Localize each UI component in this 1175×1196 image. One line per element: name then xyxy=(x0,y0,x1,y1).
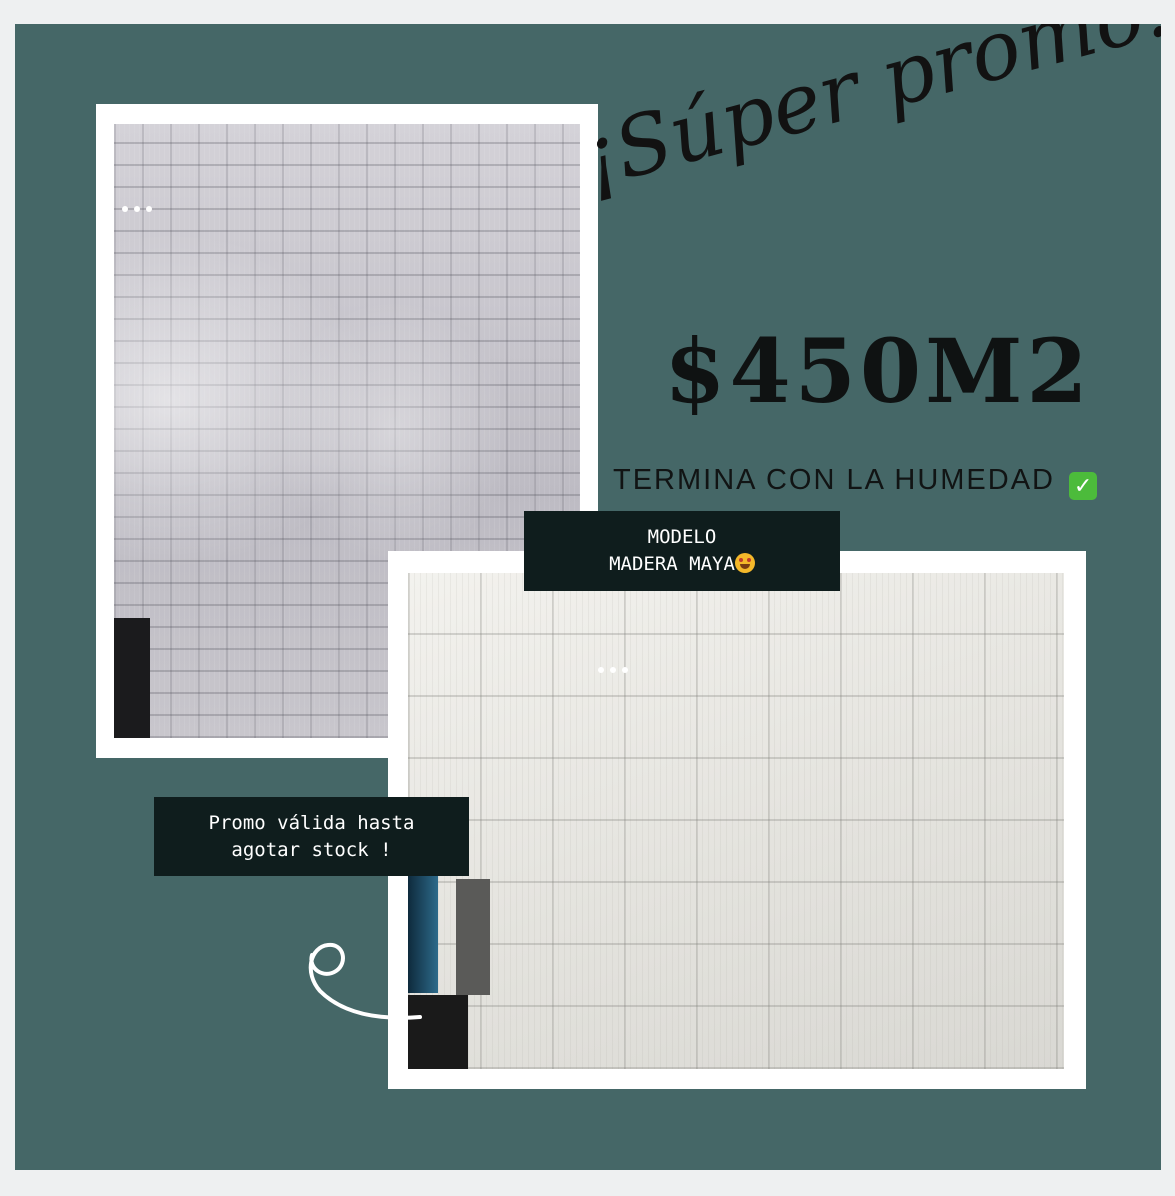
model-label: MODELO MADERA MAYA xyxy=(524,511,840,591)
decorative-dots xyxy=(598,667,628,673)
decorative-dots xyxy=(122,206,152,212)
price-text: $450M2 xyxy=(664,319,1092,423)
decorative-swirl xyxy=(308,942,422,1020)
check-mark-icon: ✓ xyxy=(1069,472,1098,500)
model-name: MADERA MAYA xyxy=(609,553,735,575)
validity-label: Promo válida hasta agotar stock ! xyxy=(154,797,469,876)
furniture-shadow xyxy=(114,618,150,738)
tagline-text: TERMINA CON LA HUMEDAD xyxy=(613,464,1055,496)
star-struck-icon xyxy=(734,553,755,573)
model-label-line2: MADERA MAYA xyxy=(524,551,840,578)
validity-line2: agotar stock ! xyxy=(231,838,392,861)
validity-line1: Promo válida hasta xyxy=(208,811,415,834)
promo-headline: ¡Súper promo! xyxy=(572,24,1161,208)
promo-card: ¡Súper promo! $450M2 TERMINA CON LA HUME… xyxy=(15,24,1161,1170)
model-label-line1: MODELO xyxy=(647,526,717,548)
stone-column xyxy=(456,879,490,995)
tagline: TERMINA CON LA HUMEDAD ✓ xyxy=(613,464,1133,500)
photo-frame-right xyxy=(388,551,1086,1089)
wall-panel-photo-right xyxy=(408,573,1064,1069)
